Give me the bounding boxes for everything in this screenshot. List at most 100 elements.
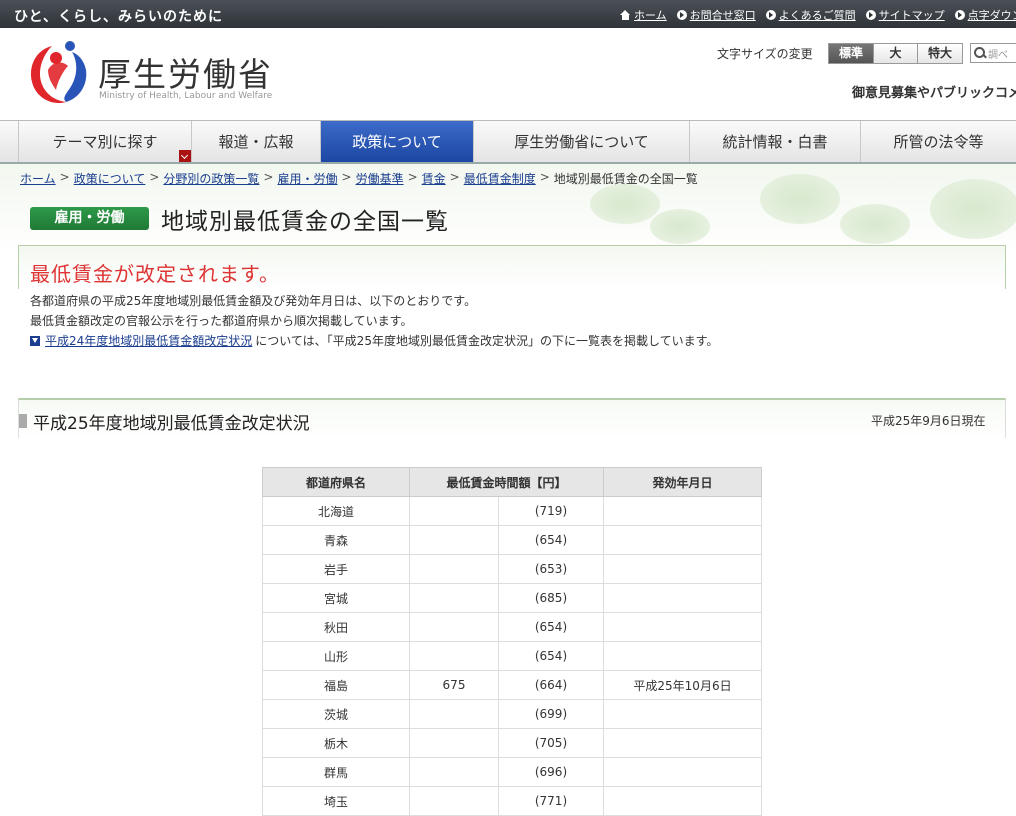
new-wage-cell bbox=[409, 786, 499, 816]
notice-title: 最低賃金が改定されます。 bbox=[30, 262, 280, 286]
fontsize-label: 文字サイズの変更 bbox=[717, 47, 813, 61]
arrow-circle-icon bbox=[676, 10, 687, 20]
section-title: 平成25年度地域別最低賃金改定状況 bbox=[33, 414, 310, 434]
effective-date-cell bbox=[603, 641, 762, 671]
new-wage-cell bbox=[409, 525, 499, 555]
prefecture-cell: 岩手 bbox=[262, 554, 410, 584]
nav-about[interactable]: 厚生労働省について bbox=[474, 121, 690, 162]
logo-subtitle: Ministry of Health, Labour and Welfare bbox=[99, 91, 273, 101]
utility-links: ホーム お問合せ窓口 よくあるご質問 サイトマップ 点字ダウンロード bbox=[620, 7, 1016, 23]
as-of-date: 平成25年9月6日現在 bbox=[871, 414, 986, 428]
prefecture-cell: 秋田 bbox=[262, 612, 410, 642]
prefecture-cell: 青森 bbox=[262, 525, 410, 555]
new-wage-cell bbox=[409, 641, 499, 671]
previous-wage-cell: (705) bbox=[498, 728, 604, 758]
contact-link[interactable]: お問合せ窓口 bbox=[676, 7, 756, 23]
table-row: 茨城 (699) bbox=[262, 699, 762, 729]
prefecture-cell: 福島 bbox=[262, 670, 410, 700]
top-utility-bar: ひと、くらし、みらいのために ホーム お問合せ窓口 よくあるご質問 サイトマップ… bbox=[0, 0, 1016, 28]
prefecture-cell: 山形 bbox=[262, 641, 410, 671]
previous-wage-cell: (685) bbox=[498, 583, 604, 613]
prefecture-cell: 栃木 bbox=[262, 728, 410, 758]
previous-wage-cell: (654) bbox=[498, 612, 604, 642]
category-badge: 雇用・労働 bbox=[30, 207, 149, 230]
column-header-prefecture: 都道府県名 bbox=[262, 467, 410, 497]
public-comment-link[interactable]: 御意見募集やパブリックコメント bbox=[852, 82, 1016, 101]
effective-date-cell bbox=[603, 612, 762, 642]
prefecture-cell: 埼玉 bbox=[262, 786, 410, 816]
nav-theme[interactable]: テーマ別に探す bbox=[18, 121, 192, 162]
table-row: 群馬 (696) bbox=[262, 757, 762, 787]
fontsize-standard-button[interactable]: 標準 bbox=[829, 44, 873, 63]
table-row: 埼玉 (771) bbox=[262, 786, 762, 816]
chevron-down-icon bbox=[179, 150, 191, 162]
breadcrumb-policy-list[interactable]: 分野別の政策一覧 bbox=[163, 170, 259, 187]
nav-press[interactable]: 報道・広報 bbox=[192, 121, 321, 162]
breadcrumb-home[interactable]: ホーム bbox=[20, 170, 56, 187]
new-wage-cell bbox=[409, 699, 499, 729]
column-header-effective-date: 発効年月日 bbox=[603, 467, 762, 497]
page-title: 地域別最低賃金の全国一覧 bbox=[161, 209, 449, 235]
nav-statistics[interactable]: 統計情報・白書 bbox=[690, 121, 861, 162]
effective-date-cell bbox=[603, 583, 762, 613]
previous-wage-cell: (771) bbox=[498, 786, 604, 816]
table-row: 宮城 (685) bbox=[262, 583, 762, 613]
braille-download-link[interactable]: 点字ダウンロード bbox=[954, 7, 1016, 23]
site-tagline: ひと、くらし、みらいのために bbox=[14, 9, 224, 25]
fontsize-xlarge-button[interactable]: 特大 bbox=[917, 44, 962, 63]
search-input[interactable]: 調べ bbox=[970, 43, 1016, 63]
previous-wage-cell: (654) bbox=[498, 641, 604, 671]
nav-policy[interactable]: 政策について bbox=[321, 121, 474, 162]
breadcrumb-policy[interactable]: 政策について bbox=[74, 170, 146, 187]
effective-date-cell bbox=[603, 786, 762, 816]
home-link[interactable]: ホーム bbox=[620, 7, 667, 23]
prev-year-wage-link[interactable]: 平成24年度地域別最低賃金額改定状況 bbox=[45, 332, 252, 349]
new-wage-cell bbox=[409, 612, 499, 642]
prefecture-cell: 北海道 bbox=[262, 496, 410, 526]
home-icon bbox=[620, 10, 631, 20]
faq-link[interactable]: よくあるご質問 bbox=[765, 7, 856, 23]
breadcrumb-employment[interactable]: 雇用・労働 bbox=[277, 170, 337, 187]
new-wage-cell: 675 bbox=[409, 670, 499, 700]
table-header-row: 都道府県名 最低賃金時間額【円】 発効年月日 bbox=[262, 467, 762, 497]
search-placeholder: 調べ bbox=[988, 49, 1008, 61]
prefecture-cell: 宮城 bbox=[262, 583, 410, 613]
new-wage-cell bbox=[409, 583, 499, 613]
previous-wage-cell: (653) bbox=[498, 554, 604, 584]
notice-text-3: 平成24年度地域別最低賃金額改定状況 については、「平成25年度地域別最低賃金改… bbox=[30, 332, 718, 349]
table-row: 北海道 (719) bbox=[262, 496, 762, 526]
previous-wage-cell: (696) bbox=[498, 757, 604, 787]
sitemap-link[interactable]: サイトマップ bbox=[865, 7, 945, 23]
global-nav: テーマ別に探す 報道・広報 政策について 厚生労働省について 統計情報・白書 所… bbox=[0, 120, 1016, 164]
breadcrumb-minimum-wage[interactable]: 最低賃金制度 bbox=[464, 170, 536, 187]
column-header-wage: 最低賃金時間額【円】 bbox=[409, 467, 604, 497]
arrow-circle-icon bbox=[765, 10, 776, 20]
previous-wage-cell: (699) bbox=[498, 699, 604, 729]
download-icon bbox=[30, 335, 40, 346]
previous-wage-cell: (719) bbox=[498, 496, 604, 526]
nav-laws[interactable]: 所管の法令等 bbox=[861, 121, 1016, 162]
effective-date-cell bbox=[603, 554, 762, 584]
previous-wage-cell: (664) bbox=[498, 670, 604, 700]
fontsize-large-button[interactable]: 大 bbox=[873, 44, 917, 63]
effective-date-cell bbox=[603, 699, 762, 729]
new-wage-cell bbox=[409, 554, 499, 584]
section-marker bbox=[19, 414, 27, 428]
effective-date-cell bbox=[603, 496, 762, 526]
mhlw-logo-icon[interactable] bbox=[26, 40, 90, 108]
fontsize-switcher: 標準 大 特大 bbox=[828, 43, 963, 64]
breadcrumb-labor-standards[interactable]: 労働基準 bbox=[356, 170, 404, 187]
breadcrumb-wages[interactable]: 賃金 bbox=[422, 170, 446, 187]
table-row: 栃木 (705) bbox=[262, 728, 762, 758]
new-wage-cell bbox=[409, 757, 499, 787]
previous-wage-cell: (654) bbox=[498, 525, 604, 555]
table-row: 福島 675 (664) 平成25年10月6日 bbox=[262, 670, 762, 700]
table-body: 北海道 (719) 青森 (654) 岩手 (653) 宮城 (685) 秋田 (654) 山形 (6… bbox=[262, 496, 762, 816]
breadcrumb-current: 地域別最低賃金の全国一覧 bbox=[553, 172, 698, 186]
logo-title[interactable]: 厚生労働省 bbox=[98, 48, 273, 96]
prefecture-cell: 茨城 bbox=[262, 699, 410, 729]
table-row: 青森 (654) bbox=[262, 525, 762, 555]
effective-date-cell: 平成25年10月6日 bbox=[603, 670, 762, 700]
table-row: 秋田 (654) bbox=[262, 612, 762, 642]
prefecture-cell: 群馬 bbox=[262, 757, 410, 787]
